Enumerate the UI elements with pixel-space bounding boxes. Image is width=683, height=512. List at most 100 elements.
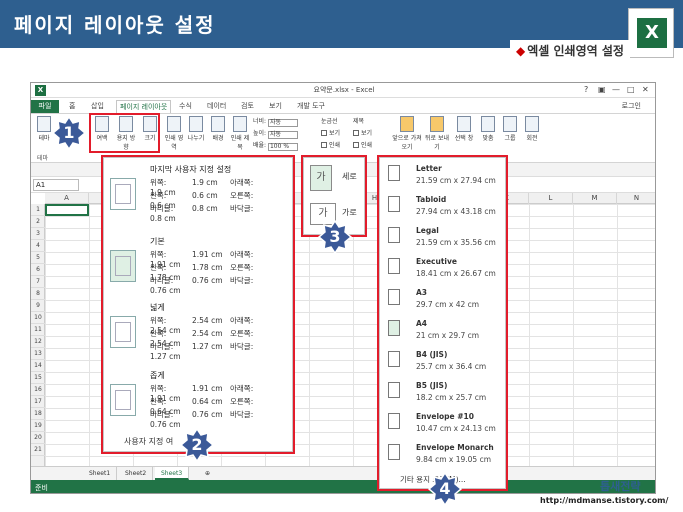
row-header[interactable]: 6 — [31, 264, 45, 276]
add-sheet-icon[interactable]: ⊕ — [199, 467, 216, 480]
breaks-button[interactable]: 나누기 — [185, 116, 207, 142]
gridlines-view-checkbox[interactable] — [321, 130, 327, 136]
step-badge-3: 3 — [318, 220, 352, 254]
headings-print-checkbox[interactable] — [353, 142, 359, 148]
slide-subtitle: ◆ 엑셀 인쇄영역 설정 — [510, 40, 630, 60]
scale-control[interactable]: 배율: 100 % — [253, 140, 298, 151]
rotate-icon — [525, 116, 539, 132]
row-header[interactable]: 18 — [31, 408, 45, 420]
row-header[interactable]: 16 — [31, 384, 45, 396]
row-header[interactable]: 9 — [31, 300, 45, 312]
bring-forward-button[interactable]: 앞으로 가져오기 — [391, 116, 423, 151]
status-bar: 준비 — [31, 480, 655, 493]
row-header[interactable]: 14 — [31, 360, 45, 372]
row-header[interactable]: 8 — [31, 288, 45, 300]
selection-pane-button[interactable]: 선택 창 — [451, 116, 477, 142]
send-backward-icon — [430, 116, 444, 132]
row-header[interactable]: 17 — [31, 396, 45, 408]
step-badge-2: 2 — [180, 428, 214, 462]
row-header[interactable]: 10 — [31, 312, 45, 324]
row-header[interactable]: 2 — [31, 216, 45, 228]
excel-logo: X — [628, 8, 674, 58]
row-header[interactable]: 4 — [31, 240, 45, 252]
tab-insert[interactable]: 삽입 — [91, 100, 104, 113]
height-select[interactable]: 자동 — [267, 131, 298, 139]
tab-page-layout[interactable]: 페이지 레이아웃 — [116, 100, 172, 113]
ribbon-callout-box — [89, 113, 160, 153]
column-header[interactable]: L — [529, 193, 573, 204]
excel-logo-icon: X — [637, 18, 667, 48]
subtitle-text: 엑셀 인쇄영역 설정 — [527, 44, 624, 58]
headings-view[interactable]: 보기 — [353, 128, 372, 137]
active-cell-a1[interactable] — [45, 204, 89, 216]
align-icon — [481, 116, 495, 132]
window-title: 요약문.xlsx - Excel — [313, 86, 375, 94]
row-header[interactable]: 15 — [31, 372, 45, 384]
row-headers: 1 2 3 4 5 6 7 8 9 10 11 12 13 14 15 16 1… — [31, 204, 45, 474]
themes-group-label: 테마 — [37, 155, 49, 162]
height-control[interactable]: 높이: 자동 — [253, 128, 298, 139]
print-area-icon — [167, 116, 181, 132]
maximize-icon[interactable]: □ — [627, 85, 635, 94]
status-text: 준비 — [35, 484, 48, 492]
tab-file[interactable]: 파일 — [31, 100, 59, 113]
column-header[interactable]: N — [617, 193, 655, 204]
margins-callout-box — [101, 155, 295, 454]
name-box[interactable]: A1 — [33, 179, 79, 191]
send-backward-button[interactable]: 뒤로 보내기 — [423, 116, 451, 151]
width-control[interactable]: 너비: 자동 — [253, 116, 298, 127]
background-icon — [211, 116, 225, 132]
diamond-icon: ◆ — [516, 44, 526, 58]
ribbon-display-icon[interactable]: ▣ — [598, 85, 606, 94]
headings-view-checkbox[interactable] — [353, 130, 359, 136]
tab-review[interactable]: 검토 — [241, 100, 254, 113]
sheet-tab-sheet3[interactable]: Sheet3 — [155, 467, 190, 480]
tab-home[interactable]: 홈 — [69, 100, 75, 113]
row-header[interactable]: 12 — [31, 336, 45, 348]
row-header[interactable]: 1 — [31, 204, 45, 216]
print-titles-button[interactable]: 인쇄 제목 — [229, 116, 251, 151]
background-button[interactable]: 배경 — [207, 116, 229, 142]
print-titles-icon — [233, 116, 247, 132]
column-header[interactable]: A — [45, 193, 89, 204]
gridlines-view[interactable]: 보기 — [321, 128, 340, 137]
headings-print[interactable]: 인쇄 — [353, 140, 372, 149]
gridlines-print[interactable]: 인쇄 — [321, 140, 340, 149]
tab-formulas[interactable]: 수식 — [179, 100, 192, 113]
bring-forward-icon — [400, 116, 414, 132]
sheet-tab-sheet2[interactable]: Sheet2 — [119, 467, 154, 480]
row-header[interactable]: 19 — [31, 420, 45, 432]
breaks-icon — [189, 116, 203, 132]
gridlines-label: 눈금선 — [321, 118, 338, 125]
ribbon-tabs: 파일 홈 삽입 페이지 레이아웃 수식 데이터 검토 보기 개발 도구 로그인 — [31, 99, 655, 113]
row-header[interactable]: 20 — [31, 432, 45, 444]
gridlines-print-checkbox[interactable] — [321, 142, 327, 148]
close-icon[interactable]: ✕ — [642, 85, 649, 94]
minimize-icon[interactable]: — — [612, 85, 620, 94]
sheet-tab-sheet1[interactable]: Sheet1 — [83, 467, 118, 480]
row-header[interactable]: 5 — [31, 252, 45, 264]
column-header[interactable]: M — [573, 193, 617, 204]
row-header[interactable]: 3 — [31, 228, 45, 240]
step-badge-1: 1 — [52, 116, 86, 150]
blog-url: http://mdmanse.tistory.com/ — [540, 496, 669, 505]
print-area-button[interactable]: 인쇄 영역 — [163, 116, 185, 151]
tab-developer[interactable]: 개발 도구 — [297, 100, 325, 113]
row-header[interactable]: 21 — [31, 444, 45, 456]
tab-view[interactable]: 보기 — [269, 100, 282, 113]
scale-input[interactable]: 100 % — [267, 143, 298, 151]
row-header[interactable]: 13 — [31, 348, 45, 360]
group-icon — [503, 116, 517, 132]
tab-data[interactable]: 데이터 — [207, 100, 226, 113]
rotate-button[interactable]: 회전 — [521, 116, 543, 142]
row-header[interactable]: 11 — [31, 324, 45, 336]
help-icon[interactable]: ? — [584, 85, 588, 94]
size-callout-box — [377, 155, 508, 491]
group-button[interactable]: 그룹 — [499, 116, 521, 142]
login-link[interactable]: 로그인 — [622, 101, 641, 111]
row-header[interactable]: 7 — [31, 276, 45, 288]
align-button[interactable]: 맞춤 — [477, 116, 499, 142]
step-badge-4: 4 — [428, 472, 462, 506]
width-select[interactable]: 자동 — [267, 119, 298, 127]
brand-text: 톱새전략 — [600, 480, 641, 493]
